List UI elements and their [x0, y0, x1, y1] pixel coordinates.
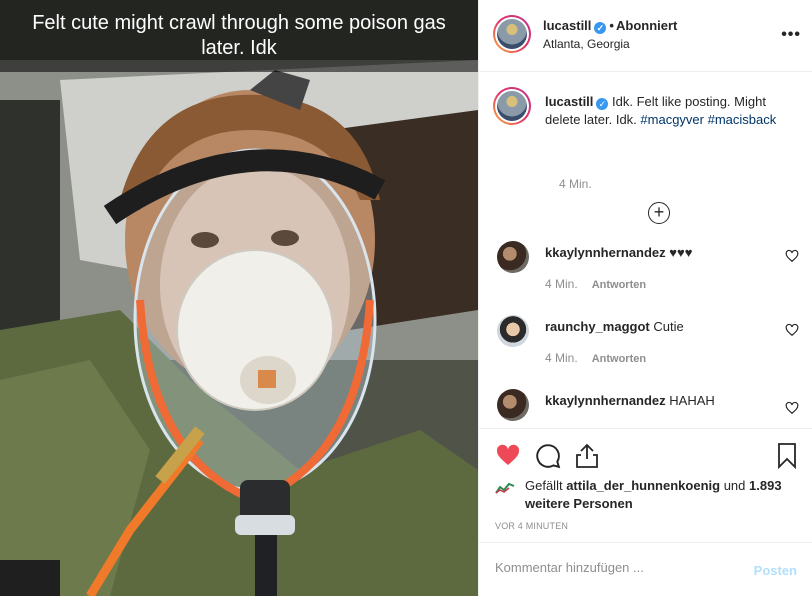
- likes-text: Gefällt attila_der_hunnenkoenig und 1.89…: [525, 477, 795, 513]
- avatar[interactable]: [497, 315, 529, 347]
- comments-list[interactable]: lucastill ✓ Idk. Felt like posting. Might…: [479, 73, 812, 428]
- author-line: lucastill ✓ • Abonniert: [543, 18, 677, 34]
- comment-item: kkaylynnhernandez HAHAH: [493, 389, 799, 428]
- heart-outline-icon[interactable]: [785, 323, 799, 337]
- post-header: lucastill ✓ • Abonniert Atlanta, Georgia ••…: [479, 0, 812, 72]
- author-username[interactable]: lucastill: [543, 18, 591, 33]
- heart-outline-icon[interactable]: [785, 249, 799, 263]
- follow-status-button[interactable]: Abonniert: [616, 18, 677, 33]
- heart-filled-icon[interactable]: [495, 443, 521, 467]
- comment-body: ♥♥♥: [669, 245, 693, 260]
- likes-summary: Gefällt attila_der_hunnenkoenig und 1.89…: [495, 477, 795, 513]
- comment-form: Posten: [479, 542, 812, 596]
- comment-username[interactable]: kkaylynnhernandez: [545, 393, 666, 408]
- liker-avatar-icon[interactable]: [495, 481, 515, 495]
- comment-item: kkaylynnhernandez ♥♥♥ 4 Min. Antworten: [493, 241, 799, 311]
- liker-username[interactable]: attila_der_hunnenkoenig: [566, 478, 720, 493]
- post-comment-button[interactable]: Posten: [754, 563, 797, 578]
- comment-meta: 4 Min. Antworten: [545, 277, 646, 291]
- likes-prefix: Gefällt: [525, 478, 563, 493]
- post-photo[interactable]: Felt cute might crawl through some poiso…: [0, 0, 478, 596]
- comment-meta: 4 Min. Antworten: [545, 351, 646, 365]
- caption-username[interactable]: lucastill: [545, 94, 593, 109]
- hashtag-link[interactable]: #macisback: [708, 112, 777, 127]
- reply-button[interactable]: Antworten: [592, 353, 646, 365]
- separator-dot: •: [609, 18, 614, 33]
- heart-outline-icon[interactable]: [785, 401, 799, 415]
- post-side-panel: lucastill ✓ • Abonniert Atlanta, Georgia ••…: [478, 0, 812, 596]
- caption-time: 4 Min.: [559, 177, 592, 191]
- bookmark-icon[interactable]: [777, 443, 797, 469]
- avatar[interactable]: [497, 241, 529, 273]
- comment-username[interactable]: raunchy_maggot: [545, 319, 650, 334]
- comment-username[interactable]: kkaylynnhernandez: [545, 245, 666, 260]
- comment-text: kkaylynnhernandez ♥♥♥: [545, 245, 692, 260]
- comment-input[interactable]: [495, 560, 735, 575]
- more-options-icon[interactable]: •••: [781, 26, 801, 44]
- comment-time: 4 Min.: [545, 277, 578, 291]
- photo-illustration: [0, 0, 478, 596]
- instagram-post-view: Felt cute might crawl through some poiso…: [0, 0, 812, 596]
- plus-circle-icon[interactable]: +: [648, 202, 670, 224]
- comment-text: kkaylynnhernandez HAHAH: [545, 393, 715, 408]
- comment-item: raunchy_maggot Cutie 4 Min. Antworten: [493, 315, 799, 385]
- post-location[interactable]: Atlanta, Georgia: [543, 37, 630, 51]
- author-avatar[interactable]: [493, 15, 531, 53]
- reply-button[interactable]: Antworten: [592, 279, 646, 291]
- caption-text: lucastill ✓ Idk. Felt like posting. Might…: [545, 93, 795, 129]
- post-actions: Gefällt attila_der_hunnenkoenig und 1.89…: [479, 428, 812, 542]
- likes-conjunction: und: [723, 478, 746, 493]
- comment-text: raunchy_maggot Cutie: [545, 319, 684, 334]
- caption-author-avatar[interactable]: [493, 87, 531, 125]
- photo-caption-text: Felt cute might crawl through some poiso…: [32, 12, 446, 59]
- verified-badge-icon: ✓: [596, 98, 609, 110]
- photo-caption-overlay: Felt cute might crawl through some poiso…: [0, 0, 478, 72]
- comment-body: Cutie: [653, 319, 684, 334]
- hashtag-link[interactable]: #macgyver: [640, 112, 704, 127]
- comment-icon[interactable]: [535, 443, 561, 469]
- avatar[interactable]: [497, 389, 529, 421]
- comment-time: 4 Min.: [545, 351, 578, 365]
- comment-body: HAHAH: [669, 393, 715, 408]
- share-icon[interactable]: [575, 443, 599, 469]
- post-timestamp[interactable]: VOR 4 MINUTEN: [495, 521, 568, 531]
- verified-badge-icon: ✓: [594, 22, 607, 34]
